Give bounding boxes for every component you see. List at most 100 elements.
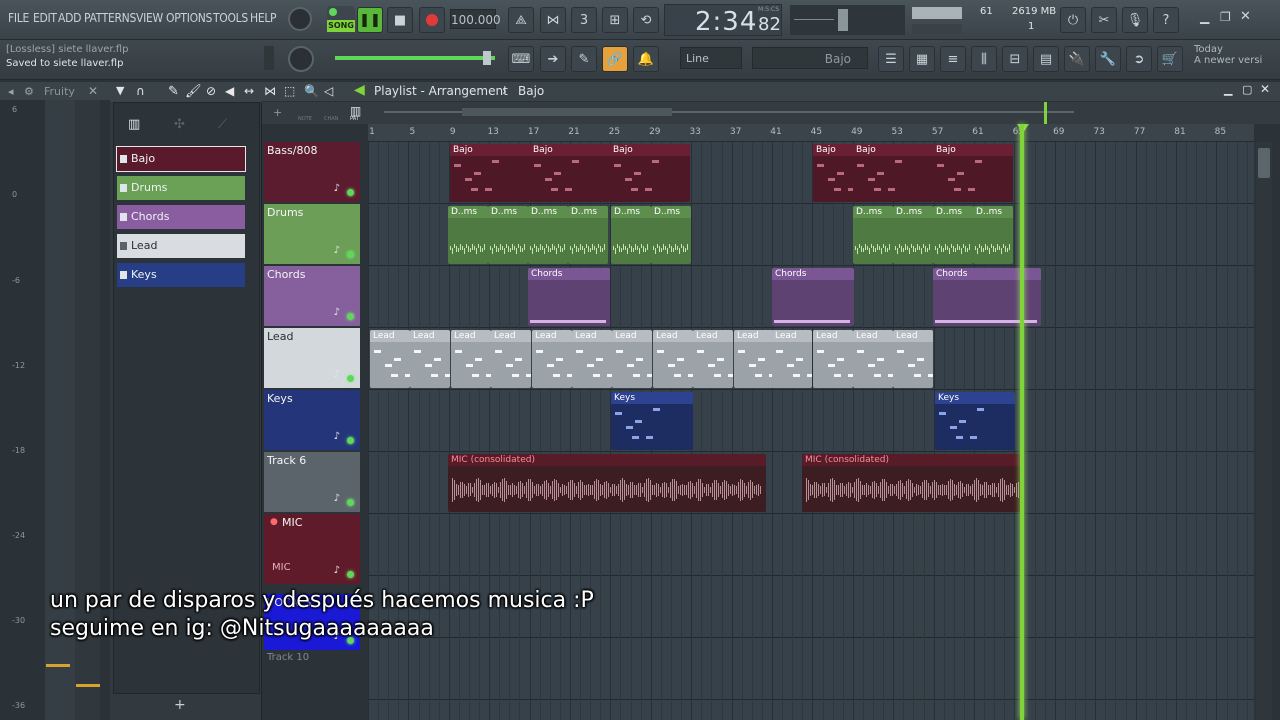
playlist-scrollbar[interactable] [1256, 142, 1272, 720]
lead-clip[interactable]: Lead [572, 330, 612, 388]
track-enable-led[interactable] [347, 251, 354, 258]
typing-keyboard-button[interactable]: ⌨ [508, 46, 534, 72]
step-edit-button[interactable]: ⊞ [602, 7, 628, 33]
stop-button[interactable]: ■ [387, 7, 413, 33]
arrangement-grid[interactable]: Bajo Bajo Bajo Bajo Bajo Bajo D..ms D..ms D..ms D… [368, 142, 1254, 720]
tuner-button[interactable]: 🔔 [633, 46, 659, 72]
plugin-button[interactable]: 🔌 [1064, 46, 1090, 72]
master-volume-knob[interactable] [288, 7, 312, 31]
step-forward-button[interactable]: ➔ [540, 46, 566, 72]
lead-clip[interactable]: Lead [451, 330, 491, 388]
lead-clip[interactable]: Lead [612, 330, 652, 388]
magnet-icon[interactable]: ∩ [136, 84, 145, 98]
lead-clip[interactable]: Lead [410, 330, 450, 388]
pencil-tool-icon[interactable]: ✎ [168, 84, 179, 99]
drums-clip[interactable]: D..ms [488, 206, 528, 264]
play-button[interactable]: ❚❚ [357, 7, 383, 33]
audio-clip[interactable]: MIC (consolidated) [802, 454, 1024, 512]
picker-clips-icon[interactable]: ✣ [174, 117, 185, 132]
playlist-close-icon[interactable]: ✕ [1260, 82, 1270, 96]
mixer-button[interactable]: ⫼ [971, 46, 997, 72]
link-button[interactable]: 🔗 [602, 46, 628, 72]
browser-collapse-icon[interactable]: ◂ [8, 85, 14, 98]
drums-clip[interactable]: D..ms [651, 206, 691, 264]
lead-clip[interactable]: Lead [772, 330, 812, 388]
bajo-clip[interactable]: Bajo [530, 144, 610, 202]
menu-options[interactable]: OPTIONS [166, 11, 212, 25]
pat-song-toggle[interactable]: SONG [327, 6, 355, 34]
menu-add[interactable]: ADD [58, 11, 81, 25]
delete-tool-icon[interactable]: ⊘ [206, 84, 216, 98]
lead-clip[interactable]: Lead [893, 330, 933, 388]
record-arm-icon[interactable]: ● [270, 517, 278, 527]
wait-input-button[interactable]: ⋈ [540, 7, 566, 33]
zoom-tool-icon[interactable]: 🔍 [304, 84, 319, 98]
slider-handle[interactable] [483, 51, 491, 65]
lead-clip[interactable]: Lead [693, 330, 733, 388]
chords-clip[interactable]: Chords [528, 268, 610, 326]
menu-help[interactable]: HELP [250, 11, 277, 25]
audio-clip[interactable]: MIC (consolidated) [448, 454, 766, 512]
track-header[interactable]: Keys ♪ [264, 390, 360, 450]
playlist-maximize-icon[interactable]: ▢ [1242, 83, 1252, 96]
info-scroll[interactable] [264, 46, 274, 70]
project-button[interactable]: ▤ [1033, 46, 1059, 72]
lead-clip[interactable]: Lead [532, 330, 572, 388]
picker-pattern-keys[interactable]: Keys [117, 263, 245, 287]
drums-clip[interactable]: D..ms [528, 206, 568, 264]
track-header[interactable]: Bass/808 ♪ [264, 142, 360, 202]
track-header[interactable]: Chords ♪ [264, 266, 360, 326]
picker-pattern-drums[interactable]: Drums [117, 176, 245, 200]
track-enable-led[interactable] [347, 499, 354, 506]
cpu-reset-button[interactable]: ⏻ [1060, 7, 1086, 33]
restore-button[interactable]: ❐ [1220, 10, 1231, 24]
menu-patterns[interactable]: PATTERNS [84, 11, 136, 25]
menu-view[interactable]: VIEW [136, 11, 163, 25]
drums-clip[interactable]: D..ms [893, 206, 933, 264]
lead-clip[interactable]: Lead [491, 330, 531, 388]
pencil-tool-button[interactable]: ✎ [571, 46, 597, 72]
mic-button[interactable]: 🎙 [1122, 7, 1148, 33]
chords-clip[interactable]: Chords [933, 268, 1041, 326]
menu-file[interactable]: FILE [8, 11, 29, 25]
track-enable-led[interactable] [347, 571, 354, 578]
drums-clip[interactable]: D..ms [448, 206, 488, 264]
menu-edit[interactable]: EDIT [33, 11, 57, 25]
picker-pattern-bajo[interactable]: Bajo [116, 146, 246, 172]
select-tool-icon[interactable]: ⬚ [284, 84, 295, 98]
channel-rack-button[interactable]: ≡ [940, 46, 966, 72]
slip-tool-icon[interactable]: ↔ [244, 84, 254, 98]
mute-tool-icon[interactable]: ◀ [225, 84, 234, 98]
track-enable-led[interactable] [347, 313, 354, 320]
lead-clip[interactable]: Lead [853, 330, 893, 388]
paint-tool-icon[interactable]: 🖌 [185, 84, 202, 99]
track-header[interactable]: Track 10 [264, 650, 360, 670]
drums-clip[interactable]: D..ms [973, 206, 1013, 264]
playlist-minimize-icon[interactable]: ▁ [1224, 83, 1232, 96]
track-enable-led[interactable] [347, 189, 354, 196]
bajo-clip[interactable]: Bajo [813, 144, 853, 202]
playlist-play-icon[interactable]: ◀ [354, 82, 365, 98]
export-button[interactable]: ➲ [1126, 46, 1152, 72]
bajo-clip[interactable]: Bajo [933, 144, 1013, 202]
help-button[interactable]: ? [1153, 7, 1179, 33]
panic-button[interactable]: ✂ [1091, 7, 1117, 33]
keys-clip[interactable]: Keys [611, 392, 693, 450]
picker-pattern-lead[interactable]: Lead [117, 234, 245, 258]
drums-clip[interactable]: D..ms [853, 206, 893, 264]
track-enable-led[interactable] [347, 375, 354, 382]
track-header[interactable]: Track 6 ♪ [264, 452, 360, 512]
master-pitch-knob[interactable] [288, 46, 314, 72]
playlist-overview[interactable]: + ▥ NOTE CHAN PAT [262, 102, 1280, 124]
playback-tool-icon[interactable]: ◁ [324, 84, 333, 98]
drums-clip[interactable]: D..ms [568, 206, 608, 264]
drums-clip[interactable]: D..ms [611, 206, 651, 264]
browser-close-icon[interactable]: ✕ [88, 84, 98, 98]
lead-clip[interactable]: Lead [653, 330, 693, 388]
add-pattern-icon[interactable]: + [174, 697, 186, 713]
picker-menu-icon[interactable]: ▼ [116, 84, 124, 97]
timeline-ruler[interactable]: 1 5 9 13 17 21 25 29 33 37 41 45 49 53 57 61 65 69 73 77 81 8… [368, 124, 1254, 142]
snap-selector[interactable]: Line [680, 47, 742, 69]
shop-button[interactable]: 🛒 [1157, 46, 1183, 72]
track-header[interactable]: Lead ♪ [264, 328, 360, 388]
